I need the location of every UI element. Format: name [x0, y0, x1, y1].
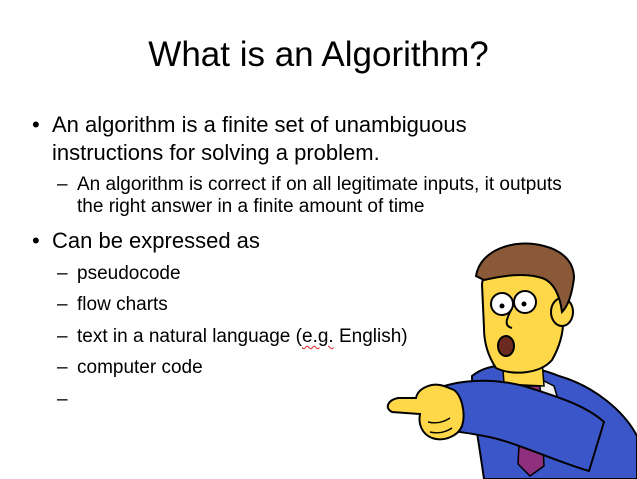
sub-bullet-correctness: – An algorithm is correct if on all legi…: [57, 174, 617, 218]
bullet-text-line: An algorithm is a finite set of unambigu…: [52, 112, 467, 137]
sub-bullet-text: computer code: [77, 357, 203, 378]
pointing-cartoon-man-icon: [384, 236, 637, 479]
bullet-text-line: instructions for solving a problem.: [52, 140, 380, 165]
slide: What is an Algorithm? • An algorithm is …: [0, 0, 637, 479]
bullet-marker: •: [32, 112, 40, 137]
dash-marker: –: [57, 389, 68, 410]
dash-marker: –: [57, 326, 68, 347]
sub-bullet-flow-charts: – flow charts: [57, 294, 168, 316]
dash-marker: –: [57, 174, 68, 195]
sub-bullet-text-line: the right answer in a finite amount of t…: [77, 196, 425, 217]
dash-marker: –: [57, 263, 68, 284]
left-pupil: [499, 303, 505, 309]
sub-bullet-pseudocode: – pseudocode: [57, 263, 181, 285]
bullet-definition: • An algorithm is a finite set of unambi…: [32, 111, 522, 167]
sub-bullet-computer-code: – computer code: [57, 357, 203, 379]
pointing-hand: [386, 383, 465, 441]
sub-bullet-text: pseudocode: [77, 263, 181, 284]
dash-marker: –: [57, 357, 68, 378]
dash-marker: –: [57, 294, 68, 315]
sub-bullet-natural-language: – text in a natural language (e.g. Engli…: [57, 326, 408, 348]
mouth: [497, 335, 515, 357]
sub-bullet-text-before: text in a natural language (: [77, 326, 302, 347]
right-pupil: [521, 301, 527, 307]
slide-title: What is an Algorithm?: [148, 35, 489, 74]
sub-bullet-text-line: An algorithm is correct if on all legiti…: [77, 174, 562, 195]
sub-bullet-text: flow charts: [77, 294, 168, 315]
bullet-marker: •: [32, 228, 40, 253]
spellcheck-marked-text: e.g.: [302, 326, 334, 347]
cartoon-figure-svg: [386, 242, 637, 479]
